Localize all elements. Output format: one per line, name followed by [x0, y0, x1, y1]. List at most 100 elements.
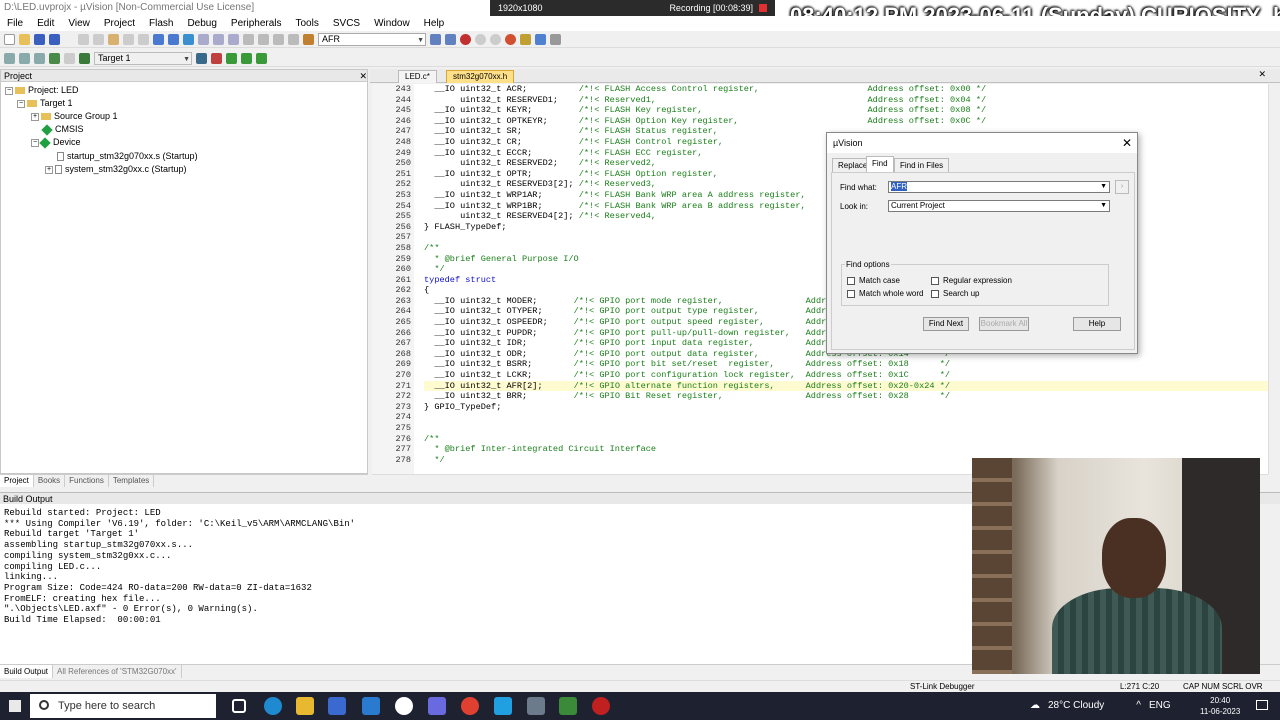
stop-record-icon[interactable] [759, 4, 767, 12]
expand-icon[interactable]: + [31, 112, 39, 121]
save-all-icon[interactable] [49, 33, 60, 45]
expand-icon[interactable]: + [45, 165, 53, 174]
chevron-down-icon[interactable]: ▼ [1100, 182, 1107, 192]
code-line[interactable]: } GPIO_TypeDef; [424, 402, 1268, 413]
cut-icon[interactable] [78, 33, 89, 45]
file-explorer-icon[interactable] [296, 697, 314, 715]
menu-svcs[interactable]: SVCS [333, 16, 360, 31]
undo-icon[interactable] [123, 33, 134, 45]
match-case-checkbox[interactable]: Match case [847, 276, 900, 285]
recorder-icon[interactable] [592, 697, 610, 715]
camera-icon[interactable] [395, 697, 413, 715]
window-layout-icon[interactable] [535, 33, 546, 45]
breakpoint-icon[interactable] [475, 33, 486, 45]
load-icon[interactable] [79, 52, 90, 64]
tree-source-group[interactable]: + Source Group 1 [31, 110, 118, 123]
rebuild-icon[interactable] [34, 52, 45, 64]
code-line[interactable]: __IO uint32_t BSRR; /*!< GPIO port bit s… [424, 359, 1268, 370]
edge-icon[interactable] [264, 697, 282, 715]
pack-installer-icon[interactable] [226, 52, 237, 64]
tree-cmsis[interactable]: CMSIS [41, 123, 84, 136]
bookmark-all-button[interactable]: Bookmark All [979, 317, 1029, 331]
find-combo[interactable]: AFR ▼ [318, 32, 426, 46]
indent-icon[interactable] [243, 33, 254, 45]
save-icon[interactable] [34, 33, 45, 45]
code-line[interactable]: __IO uint32_t BRR; /*!< GPIO Bit Reset r… [424, 391, 1268, 402]
notifications-icon[interactable] [1256, 700, 1268, 710]
redo-icon[interactable] [138, 33, 149, 45]
build-icon[interactable] [19, 52, 30, 64]
tools-icon[interactable] [550, 33, 561, 45]
mail-icon[interactable] [362, 697, 380, 715]
checkbox-box[interactable] [847, 276, 855, 285]
open-folder-icon[interactable] [19, 33, 30, 45]
language-indicator[interactable]: ENG [1149, 692, 1171, 720]
collapse-icon[interactable]: − [5, 86, 13, 95]
cmd-icon[interactable] [494, 697, 512, 715]
code-line[interactable] [424, 412, 1268, 423]
tab-stm32g070xx-h[interactable]: stm32g070xx.h [446, 70, 515, 83]
tab-find-in-files[interactable]: Find in Files [894, 158, 950, 172]
menu-view[interactable]: View [68, 16, 90, 31]
find-in-files-icon[interactable] [303, 33, 314, 45]
menu-file[interactable]: File [7, 16, 23, 31]
notepad-icon[interactable] [527, 697, 545, 715]
comment-icon[interactable] [273, 33, 284, 45]
clear-bookmarks-icon[interactable] [228, 33, 239, 45]
menu-project[interactable]: Project [104, 16, 135, 31]
build-output-text[interactable]: Rebuild started: Project: LED *** Using … [0, 504, 972, 664]
uncomment-icon[interactable] [288, 33, 299, 45]
task-view-icon[interactable] [232, 699, 246, 713]
nav-forward-icon[interactable] [168, 33, 179, 45]
store-icon[interactable] [328, 697, 346, 715]
debug-start-icon[interactable] [460, 33, 471, 45]
new-file-icon[interactable] [4, 33, 15, 45]
find-what-input[interactable]: AFR ▼ [888, 181, 1110, 193]
tray-chevron-icon[interactable]: ^ [1136, 692, 1141, 720]
nav-back-icon[interactable] [153, 33, 164, 45]
menu-peripherals[interactable]: Peripherals [231, 16, 282, 31]
code-line[interactable]: * @brief Inter-integrated Circuit Interf… [424, 444, 1268, 455]
code-line[interactable]: __IO uint32_t OPTKEYR; /*!< FLASH Option… [424, 116, 1268, 127]
menu-flash[interactable]: Flash [149, 16, 173, 31]
menu-edit[interactable]: Edit [37, 16, 54, 31]
translate-icon[interactable] [4, 52, 15, 64]
chevron-down-icon[interactable]: ▼ [1100, 201, 1107, 211]
code-line[interactable]: /** [424, 434, 1268, 445]
tree-project-root[interactable]: − Project: LED [5, 84, 79, 97]
tab-books[interactable]: Books [34, 475, 66, 487]
code-line[interactable]: __IO uint32_t AFR[2]; /*!< GPIO alternat… [424, 380, 1268, 392]
expression-menu-button[interactable]: › [1115, 180, 1129, 194]
checkbox-box[interactable] [931, 289, 939, 298]
chrome-icon[interactable] [461, 697, 479, 715]
bookmark-icon[interactable] [183, 33, 194, 45]
menu-help[interactable]: Help [424, 16, 445, 31]
tab-templates[interactable]: Templates [109, 475, 155, 487]
stop-build-icon[interactable] [64, 52, 75, 64]
editor-vertical-scrollbar[interactable] [1268, 84, 1280, 474]
taskbar-search[interactable]: Type here to search [30, 694, 216, 718]
tree-target[interactable]: − Target 1 [17, 97, 73, 110]
keil-icon[interactable] [559, 697, 577, 715]
kill-breakpoints-icon[interactable] [505, 33, 516, 45]
code-line[interactable]: __IO uint32_t ACR; /*!< FLASH Access Con… [424, 84, 1268, 95]
target-select[interactable]: Target 1 ▼ [94, 51, 192, 65]
paste-icon[interactable] [108, 33, 119, 45]
match-whole-word-checkbox[interactable]: Match whole word [847, 289, 923, 298]
menu-window[interactable]: Window [374, 16, 410, 31]
help-button[interactable]: Help [1073, 317, 1121, 331]
prev-bookmark-icon[interactable] [198, 33, 209, 45]
windows-start-icon[interactable] [9, 700, 21, 712]
collapse-icon[interactable]: − [17, 99, 25, 108]
tab-all-references[interactable]: All References of 'STM32G070xx' [53, 665, 182, 678]
next-bookmark-icon[interactable] [213, 33, 224, 45]
close-icon[interactable]: ✕ [1117, 133, 1137, 153]
incremental-find-icon[interactable] [445, 33, 456, 45]
tree-file-startup[interactable]: startup_stm32g070xx.s (Startup) [57, 150, 198, 163]
close-editor-icon[interactable]: ✕ [1258, 69, 1266, 80]
code-line[interactable] [424, 423, 1268, 434]
find-icon[interactable] [430, 33, 441, 45]
tree-device[interactable]: − Device [31, 136, 81, 149]
unindent-icon[interactable] [258, 33, 269, 45]
snipping-icon[interactable] [428, 697, 446, 715]
